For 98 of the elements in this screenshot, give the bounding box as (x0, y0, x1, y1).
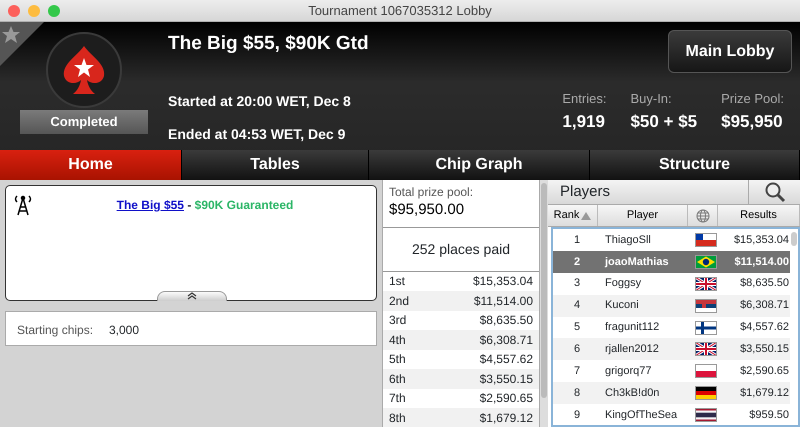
flag-icon (695, 386, 717, 400)
player-name: Kuconi (605, 298, 639, 314)
scrollbar[interactable] (540, 180, 548, 427)
prize-amount: $15,353.04 (472, 273, 533, 290)
player-row[interactable]: 7 grigorq77 $2,590.65 (553, 360, 790, 382)
rank: 6 (574, 342, 580, 358)
starting-chips-value: 3,000 (109, 322, 140, 339)
prize-place: 2nd (389, 292, 410, 310)
main-lobby-button[interactable]: Main Lobby (668, 30, 792, 73)
tab[interactable]: Tables (182, 150, 369, 180)
stat-value: 1,919 (562, 110, 606, 132)
result-amount: $15,353.04 (734, 232, 789, 248)
stat-value: $95,950 (721, 110, 784, 132)
flag-icon (695, 364, 717, 378)
players-title: Players (559, 182, 612, 202)
places-paid: 252 places paid (412, 240, 510, 256)
result-amount: $6,308.71 (740, 298, 789, 314)
zoom-window-icon[interactable] (48, 5, 60, 17)
prize-place: 6th (389, 370, 406, 388)
prize-amount: $2,590.65 (480, 390, 533, 408)
rank: 8 (574, 386, 580, 401)
prize-amount: $11,514.00 (474, 292, 533, 310)
tournament-title: The Big $55, $90K Gtd (168, 32, 370, 56)
prize-place: 8th (389, 410, 406, 427)
player-name: ThiagoSll (605, 232, 651, 248)
news-headline: The Big $55 - $90K Guaranteed (116, 197, 294, 214)
player-name: joaoMathias (605, 254, 669, 270)
window-title: Tournament 1067035312 Lobby (308, 2, 492, 18)
globe-icon (696, 208, 710, 222)
result-amount: $11,514.00 (734, 254, 789, 270)
antenna-tower-icon (13, 194, 33, 216)
spade-logo-icon (61, 44, 107, 96)
rank: 1 (574, 232, 580, 248)
flag-icon (695, 254, 717, 269)
player-name: grigorq77 (605, 364, 652, 380)
flag-icon (695, 298, 717, 313)
headline-link[interactable]: The Big $55 (116, 198, 184, 212)
rank: 3 (574, 276, 580, 292)
player-row[interactable]: 5 fragunit112 $4,557.62 (553, 316, 790, 338)
player-name: KingOfTheSea (605, 408, 678, 423)
player-row[interactable]: 2 joaoMathias $11,514.00 (553, 250, 790, 273)
flag-icon (695, 408, 717, 422)
player-row[interactable]: 1 ThiagoSll $15,353.04 (553, 229, 790, 251)
flag-icon (695, 320, 717, 334)
player-row[interactable]: 6 rjallen2012 $3,550.15 (553, 338, 790, 360)
close-window-icon[interactable] (8, 5, 20, 17)
end-time: Ended at 04:53 WET, Dec 9 (168, 124, 346, 144)
prize-amount: $6,308.71 (480, 332, 533, 349)
result-amount: $959.50 (749, 408, 789, 423)
total-prize-value: $95,950.00 (389, 201, 464, 218)
player-row[interactable]: 8 Ch3kB!d0n $1,679.12 (553, 382, 790, 404)
rank: 7 (574, 364, 580, 380)
flag-icon (695, 342, 717, 356)
player-row[interactable]: 4 Kuconi $6,308.71 (553, 294, 790, 317)
result-amount: $2,590.65 (740, 364, 789, 380)
player-row[interactable]: 3 Foggsy $8,635.50 (553, 272, 790, 295)
favorite-star-icon[interactable] (0, 22, 44, 66)
result-amount: $4,557.62 (740, 320, 789, 336)
stat-label: Prize Pool: (721, 90, 784, 108)
tab[interactable]: Home (0, 150, 182, 180)
stat-label: Buy-In: (630, 90, 673, 108)
minimize-window-icon[interactable] (28, 5, 40, 17)
player-name: fragunit112 (605, 320, 660, 336)
status-ribbon: Completed (20, 110, 148, 134)
tab[interactable]: Structure (590, 150, 800, 180)
prize-place: 1st (389, 273, 406, 290)
stat-value: $50 + $5 (630, 110, 698, 132)
total-prize-label: Total prize pool: (388, 184, 474, 198)
prize-amount: $1,679.12 (480, 410, 533, 427)
rank: 5 (574, 320, 580, 336)
tab[interactable]: Chip Graph (369, 150, 590, 180)
column-header[interactable]: Rank (548, 205, 598, 226)
result-amount: $1,679.12 (740, 386, 789, 401)
prize-place: 7th (389, 390, 406, 408)
search-icon (764, 181, 786, 203)
collapse-handle[interactable] (157, 291, 227, 301)
rank: 9 (574, 408, 580, 423)
result-amount: $3,550.15 (740, 342, 789, 358)
prize-place: 3rd (389, 312, 406, 330)
rank: 2 (574, 254, 580, 270)
starting-chips-label: Starting chips: (17, 322, 94, 339)
start-time: Started at 20:00 WET, Dec 8 (168, 92, 352, 110)
column-header[interactable]: Results (718, 205, 800, 226)
player-name: rjallen2012 (605, 342, 659, 358)
prize-amount: $3,550.15 (480, 370, 533, 388)
player-name: Foggsy (605, 276, 642, 292)
player-name: Ch3kB!d0n (605, 386, 660, 401)
flag-icon (695, 232, 717, 247)
stat-label: Entries: (562, 90, 606, 108)
prize-amount: $8,635.50 (480, 312, 533, 330)
prize-place: 4th (389, 332, 406, 349)
prize-place: 5th (389, 351, 406, 368)
prize-amount: $4,557.62 (480, 351, 533, 368)
rank: 4 (574, 298, 580, 314)
flag-icon (695, 276, 717, 291)
player-row[interactable]: 9 KingOfTheSea $959.50 (553, 404, 790, 425)
result-amount: $8,635.50 (740, 276, 789, 292)
column-header[interactable]: Player (598, 205, 688, 226)
